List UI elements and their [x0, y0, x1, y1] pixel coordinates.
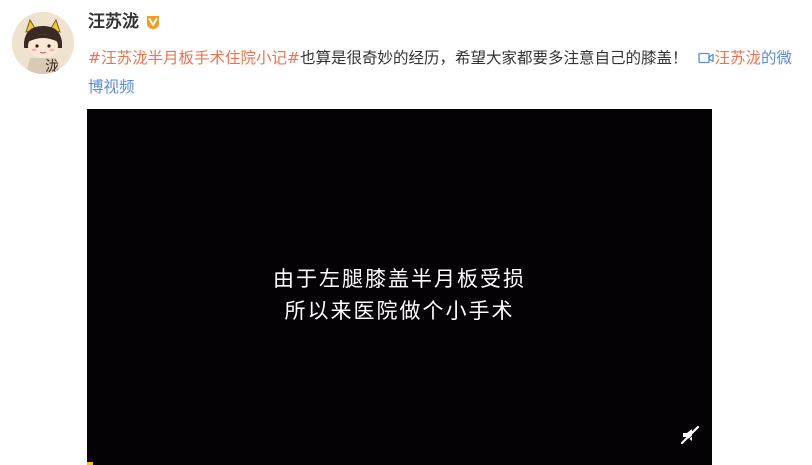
video-subtitle: 由于左腿膝盖半月板受损 所以来医院做个小手术 — [87, 263, 712, 327]
verified-badge-icon — [147, 16, 159, 30]
post-text: #汪苏泷半月板手术住院小记#也算是很奇妙的经历，希望大家都要多注意自己的膝盖！ … — [88, 44, 800, 102]
video-player[interactable]: 由于左腿膝盖半月板受损 所以来医院做个小手术 — [87, 109, 712, 465]
video-link-icon[interactable] — [698, 44, 715, 73]
avatar[interactable]: 泷 — [12, 12, 74, 74]
mute-icon[interactable] — [680, 425, 700, 445]
post-body: 也算是很奇妙的经历，希望大家都要多注意自己的膝盖！ — [299, 49, 688, 67]
topic-link[interactable]: #汪苏泷半月板手术住院小记# — [88, 49, 300, 67]
username[interactable]: 汪苏泷 — [88, 10, 139, 34]
subtitle-line-2: 所以来医院做个小手术 — [284, 299, 515, 323]
avatar-cartoon-icon — [12, 12, 74, 74]
video-link-name[interactable]: 汪苏泷 — [714, 49, 761, 67]
subtitle-line-1: 由于左腿膝盖半月板受损 — [273, 267, 526, 291]
avatar-lettering: 泷 — [45, 59, 59, 74]
